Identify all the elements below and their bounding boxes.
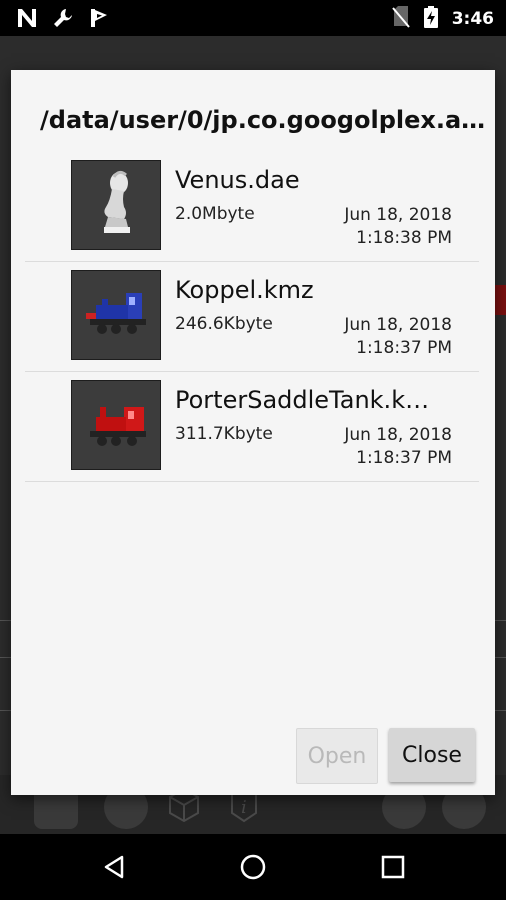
file-time: 1:18:38 PM — [356, 228, 452, 248]
file-list: Venus.dae 2.0Mbyte Jun 18, 2018 1:18:38 … — [25, 152, 479, 482]
background-app-element — [494, 285, 506, 315]
file-size: 2.0Mbyte — [175, 204, 255, 224]
file-row[interactable]: Venus.dae 2.0Mbyte Jun 18, 2018 1:18:38 … — [25, 152, 479, 262]
open-button[interactable]: Open — [296, 728, 378, 784]
battery-charging-icon — [423, 6, 438, 32]
file-time: 1:18:37 PM — [356, 338, 452, 358]
file-name: Koppel.kmz — [175, 276, 314, 304]
clock: 3:46 — [451, 9, 494, 29]
file-open-dialog: /data/user/0/jp.co.googolplex.a… Venus.d… — [11, 70, 495, 795]
venus-bust-thumbnail — [71, 160, 161, 250]
file-modified: Jun 18, 2018 1:18:37 PM — [344, 424, 452, 470]
file-modified: Jun 18, 2018 1:18:38 PM — [344, 204, 452, 250]
file-size: 246.6Kbyte — [175, 314, 273, 334]
file-name: PorterSaddleTank.k… — [175, 386, 430, 414]
navigation-bar — [0, 834, 506, 900]
file-row[interactable]: Koppel.kmz 246.6Kbyte Jun 18, 2018 1:18:… — [25, 262, 479, 372]
wrench-icon — [52, 7, 74, 33]
red-locomotive-thumbnail — [71, 380, 161, 470]
file-modified: Jun 18, 2018 1:18:37 PM — [344, 314, 452, 360]
status-bar: 3:46 — [0, 0, 506, 36]
blue-locomotive-thumbnail — [71, 270, 161, 360]
file-date: Jun 18, 2018 — [344, 205, 452, 225]
close-button[interactable]: Close — [389, 728, 475, 782]
file-name: Venus.dae — [175, 166, 300, 194]
file-time: 1:18:37 PM — [356, 448, 452, 468]
no-sim-icon — [391, 6, 410, 32]
flag-icon — [88, 7, 110, 33]
file-row[interactable]: PorterSaddleTank.k… 311.7Kbyte Jun 18, 2… — [25, 372, 479, 482]
file-date: Jun 18, 2018 — [344, 315, 452, 335]
home-icon[interactable] — [220, 834, 286, 900]
recents-icon[interactable] — [360, 834, 426, 900]
notification-n-icon — [16, 7, 38, 33]
file-size: 311.7Kbyte — [175, 424, 273, 444]
dialog-title: /data/user/0/jp.co.googolplex.a… — [40, 106, 486, 134]
back-icon[interactable] — [81, 834, 147, 900]
svg-text:i: i — [241, 797, 247, 818]
file-date: Jun 18, 2018 — [344, 425, 452, 445]
